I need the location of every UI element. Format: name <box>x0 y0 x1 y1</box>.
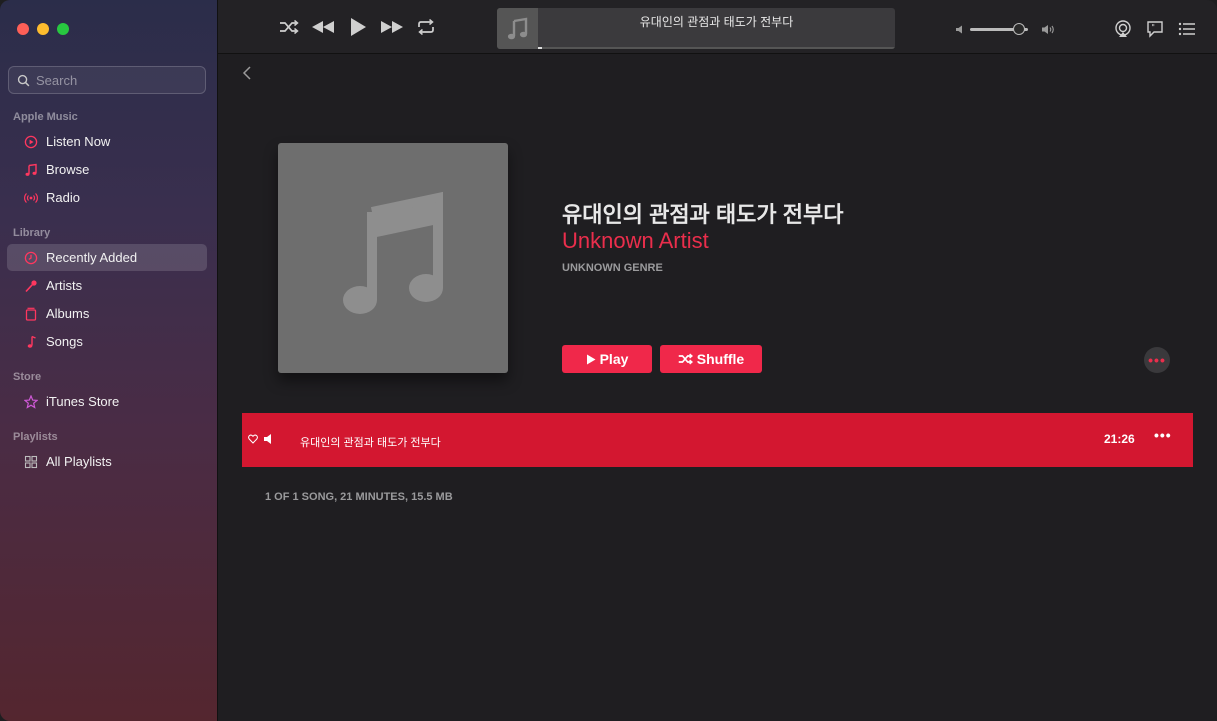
grid-icon <box>24 455 38 469</box>
volume-high-icon <box>1042 25 1054 34</box>
sidebar-item-label: Songs <box>46 334 83 349</box>
sidebar-item-label: Artists <box>46 278 83 293</box>
heart-icon[interactable] <box>248 434 258 444</box>
music-note-icon <box>343 191 443 314</box>
shuffle-button[interactable] <box>278 18 300 36</box>
now-playing-artwork <box>497 8 538 49</box>
sidebar-item-listen-now[interactable]: Listen Now <box>7 128 207 155</box>
table-row[interactable]: 유대인의 관점과 태도가 전부다 21:26 ••• <box>242 413 1193 467</box>
play-icon <box>586 354 596 364</box>
svg-text:": " <box>1151 23 1155 32</box>
back-button[interactable] <box>242 65 252 86</box>
play-button[interactable] <box>347 16 369 38</box>
album-icon <box>24 307 38 321</box>
clock-icon <box>24 251 38 265</box>
ellipsis-icon: ••• <box>1148 352 1166 368</box>
note-icon <box>24 335 38 349</box>
search-icon <box>17 74 30 86</box>
album-artist-link[interactable]: Unknown Artist <box>562 228 709 254</box>
up-next-button[interactable] <box>1177 19 1197 39</box>
sidebar-item-browse[interactable]: Browse <box>7 156 207 183</box>
sidebar-item-label: Albums <box>46 306 90 321</box>
star-icon <box>24 394 38 409</box>
airplay-audio-icon <box>1115 20 1131 37</box>
album-artwork[interactable] <box>278 143 508 373</box>
previous-track-button[interactable] <box>310 18 336 36</box>
sidebar-item-all-playlists[interactable]: All Playlists <box>7 448 207 475</box>
sidebar-item-itunes-store[interactable]: iTunes Store <box>7 388 207 415</box>
search-box[interactable] <box>8 66 206 94</box>
section-label-apple-music: Apple Music <box>13 111 78 123</box>
play-album-label: Play <box>599 351 629 367</box>
sidebar-item-albums[interactable]: Albums <box>7 300 207 327</box>
music-note-icon <box>507 17 527 39</box>
window-controls <box>17 23 69 35</box>
search-input[interactable] <box>36 72 196 88</box>
section-label-playlists: Playlists <box>13 431 58 443</box>
track-duration: 21:26 <box>1104 432 1135 446</box>
speaker-playing-icon <box>264 434 271 444</box>
fast-forward-icon <box>381 21 403 33</box>
sidebar-item-radio[interactable]: Radio <box>7 184 207 211</box>
sidebar-item-label: All Playlists <box>46 454 112 469</box>
now-playing-display[interactable]: 유대인의 관점과 태도가 전부다 <box>497 8 895 49</box>
chevron-left-icon <box>242 66 251 80</box>
section-label-library: Library <box>13 227 51 239</box>
section-label-store: Store <box>13 371 42 383</box>
sidebar-item-label: Radio <box>46 190 80 205</box>
airplay-button[interactable] <box>1113 19 1133 39</box>
album-title: 유대인의 관점과 태도가 전부다 <box>562 202 844 227</box>
volume-slider-knob[interactable] <box>1013 23 1026 35</box>
sidebar-item-recently-added[interactable]: Recently Added <box>7 244 207 271</box>
volume-control[interactable] <box>956 22 1056 36</box>
album-more-button[interactable]: ••• <box>1144 347 1170 373</box>
repeat-icon <box>418 19 434 35</box>
play-circle-icon <box>24 135 38 149</box>
microphone-icon <box>24 279 38 293</box>
play-icon <box>351 18 366 36</box>
play-album-button[interactable]: Play <box>562 345 652 373</box>
now-playing-title: 유대인의 관점과 태도가 전부다 <box>639 15 794 29</box>
playback-progress-fill <box>538 47 542 49</box>
rewind-icon <box>312 21 334 33</box>
toolbar: 유대인의 관점과 태도가 전부다 " <box>218 0 1217 54</box>
music-window: Apple Music Listen Now Browse Radio Libr… <box>0 0 1217 721</box>
shuffle-icon <box>280 19 299 35</box>
track-more-button[interactable]: ••• <box>1154 427 1172 443</box>
playback-progress-bar[interactable] <box>538 47 895 49</box>
lyrics-quote-icon: " <box>1147 21 1163 38</box>
repeat-button[interactable] <box>415 18 437 36</box>
sidebar-item-artists[interactable]: Artists <box>7 272 207 299</box>
album-detail-view: 유대인의 관점과 태도가 전부다 Unknown Artist UNKNOWN … <box>218 55 1217 721</box>
shuffle-album-button[interactable]: Shuffle <box>660 345 762 373</box>
sidebar: Apple Music Listen Now Browse Radio Libr… <box>0 0 218 721</box>
album-summary: 1 OF 1 SONG, 21 MINUTES, 15.5 MB <box>265 491 453 503</box>
minimize-window-button[interactable] <box>37 23 49 35</box>
sidebar-item-label: Listen Now <box>46 134 111 149</box>
lyrics-button[interactable]: " <box>1145 19 1165 39</box>
close-window-button[interactable] <box>17 23 29 35</box>
sidebar-item-label: iTunes Store <box>46 394 120 409</box>
shuffle-icon <box>678 353 693 365</box>
sidebar-item-label: Recently Added <box>46 250 138 265</box>
next-track-button[interactable] <box>379 18 405 36</box>
sidebar-item-label: Browse <box>46 162 90 177</box>
sidebar-item-songs[interactable]: Songs <box>7 328 207 355</box>
track-title: 유대인의 관점과 태도가 전부다 <box>300 437 441 449</box>
shuffle-album-label: Shuffle <box>696 351 745 367</box>
zoom-window-button[interactable] <box>57 23 69 35</box>
list-icon <box>1178 22 1195 36</box>
radio-waves-icon <box>24 191 38 205</box>
volume-low-icon <box>956 25 962 34</box>
album-genre: UNKNOWN GENRE <box>562 262 663 274</box>
music-note-icon <box>24 163 38 177</box>
